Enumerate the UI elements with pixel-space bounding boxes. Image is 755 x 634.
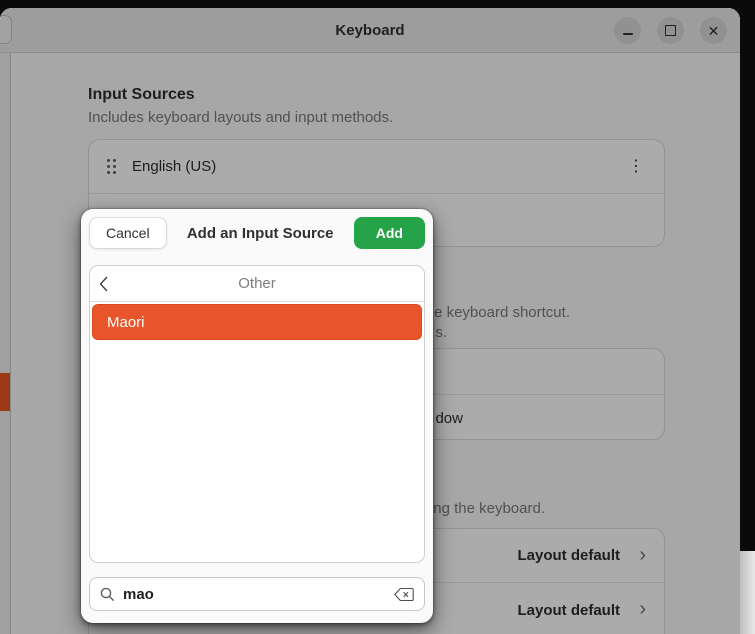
back-chevron-icon <box>99 276 108 297</box>
input-source-list: Other Maori <box>89 265 425 563</box>
dialog-header: Cancel Add an Input Source Add <box>81 209 433 257</box>
search-icon <box>100 587 115 602</box>
dialog-title: Add an Input Source <box>186 224 334 242</box>
add-input-source-dialog: Cancel Add an Input Source Add Other Mao… <box>81 209 433 623</box>
list-item-label: Maori <box>107 313 145 331</box>
clear-search-icon[interactable] <box>394 587 414 601</box>
screen: Keyboard ✕ Input Sources Includes keyboa… <box>0 0 755 634</box>
category-label: Other <box>238 275 276 292</box>
search-field[interactable] <box>89 577 425 611</box>
category-header-row[interactable]: Other <box>90 266 424 302</box>
background-panel <box>738 551 755 634</box>
cancel-button[interactable]: Cancel <box>89 217 167 249</box>
add-button[interactable]: Add <box>353 217 425 249</box>
list-item-maori[interactable]: Maori <box>92 304 422 340</box>
search-input[interactable] <box>123 585 394 603</box>
